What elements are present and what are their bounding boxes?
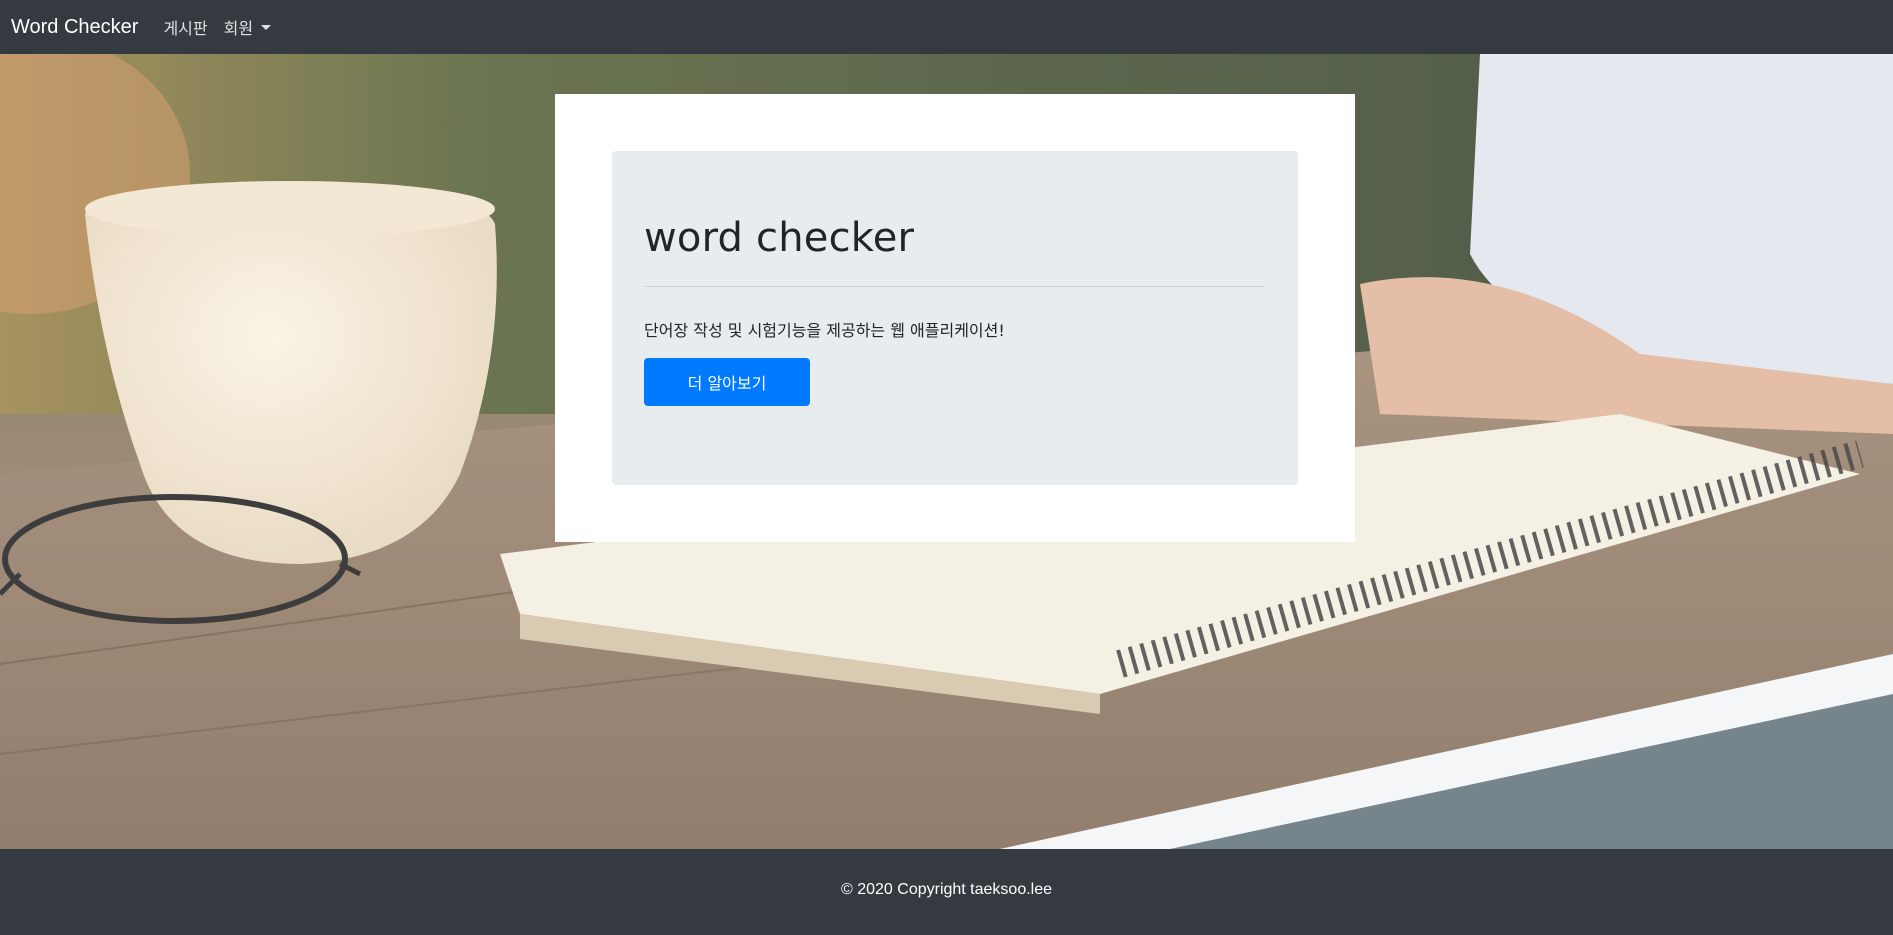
content-card: word checker 단어장 작성 및 시험기능을 제공하는 웹 애플리케이… [555,94,1355,542]
description-text: 단어장 작성 및 시험기능을 제공하는 웹 애플리케이션! [644,321,1005,340]
nav-dropdown-member[interactable]: 회원 [223,15,272,39]
page-title: word checker [644,215,915,261]
copyright-text: © 2020 Copyright taeksoo.lee [840,881,1053,898]
jumbotron: word checker 단어장 작성 및 시험기능을 제공하는 웹 애플리케이… [612,151,1298,485]
top-navbar: Word Checker 게시판 회원 [0,0,1893,54]
divider [644,286,1265,287]
hero-background: word checker 단어장 작성 및 시험기능을 제공하는 웹 애플리케이… [0,54,1893,849]
nav-link-board[interactable]: 게시판 [163,15,207,39]
caret-down-icon [261,25,272,30]
footer: © 2020 Copyright taeksoo.lee [0,849,1893,935]
nav-dropdown-member-label: 회원 [223,19,254,38]
learn-more-button[interactable]: 더 알아보기 [644,358,810,406]
navbar-brand[interactable]: Word Checker [11,16,138,39]
